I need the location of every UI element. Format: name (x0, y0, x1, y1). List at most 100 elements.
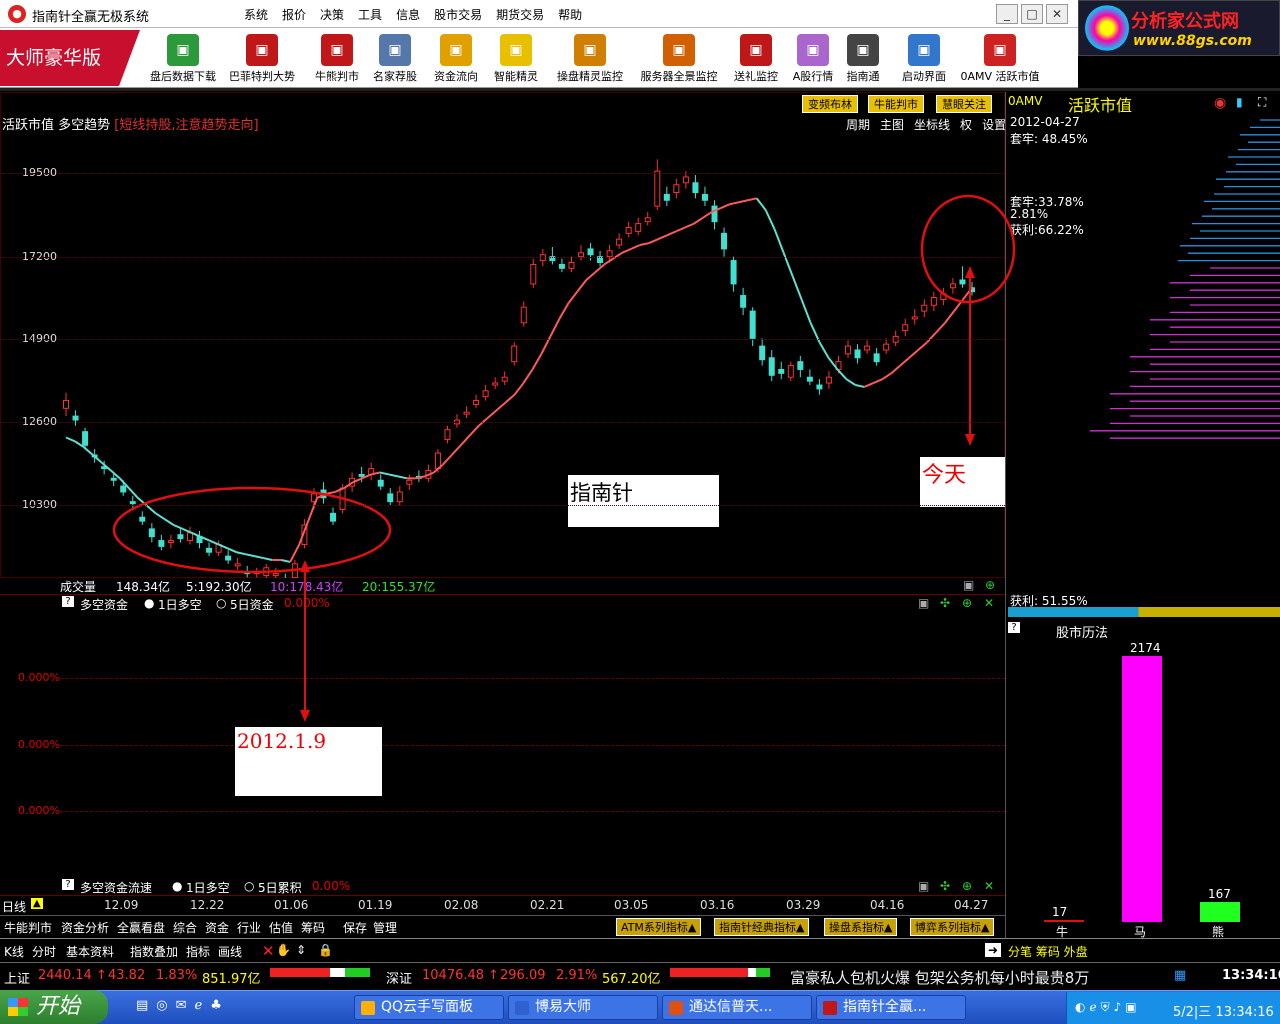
close-icon[interactable]: ✕ (984, 879, 994, 893)
trend-line-segment (899, 357, 910, 367)
period-label[interactable]: 日线 (2, 898, 26, 915)
toolbar-button[interactable]: ▣ 指南通 (842, 34, 884, 86)
indicator-tab[interactable]: 全赢看盘 (117, 919, 165, 936)
bottom-right-tabs[interactable]: 分笔 筹码 外盘 (1008, 943, 1088, 960)
lock-icon[interactable]: 🔒 (318, 943, 333, 957)
indicator-system-button[interactable]: 操盘系指标▲ (824, 918, 898, 936)
move-icon[interactable]: ⇕ (296, 943, 306, 957)
zoom-icon[interactable]: ⊕ (962, 879, 972, 893)
menu-item[interactable]: 决策 (320, 6, 344, 23)
shield-icon[interactable]: ⛨ (1101, 1000, 1110, 1015)
close-icon[interactable]: ✕ (1046, 4, 1068, 24)
menu-item[interactable]: 工具 (358, 6, 382, 23)
toolbar-button[interactable]: ▣ 0AMV 活跃市值 (958, 34, 1042, 86)
arrow-right-icon[interactable]: ➜ (985, 943, 1002, 957)
delete-icon[interactable]: ✕ (262, 942, 275, 960)
chart-tag-button[interactable]: 慧眼关注 (936, 95, 992, 113)
radio-1day-icon[interactable]: ● (172, 879, 182, 893)
maximize-icon[interactable]: □ (1021, 4, 1043, 24)
radio-1day-label[interactable]: 1日多空 (186, 879, 230, 896)
chart-tag-button[interactable]: 变频布林 (802, 95, 858, 113)
bottom-tool[interactable]: 指数叠加 (130, 943, 178, 960)
indicator-tab[interactable]: 筹码 (301, 919, 325, 936)
radio-5day-icon[interactable]: ○ (216, 596, 226, 610)
news-ad[interactable]: 富豪私人包机火爆 包架公务机每小时最贵8万 (790, 967, 1089, 988)
browser-icon[interactable]: ℯ (195, 998, 203, 1013)
toolbar-button[interactable]: ▣ 名家荐股 (369, 34, 421, 86)
bottom-tool[interactable]: 画线 (218, 943, 242, 960)
indicator-tab[interactable]: 资金 (205, 919, 229, 936)
panel-settings-icon[interactable]: ▣ (918, 879, 929, 893)
help-icon[interactable]: ? (62, 596, 74, 607)
radio-1day-label[interactable]: 1日多空 (158, 596, 202, 613)
indicator-tab[interactable]: 保存 (343, 919, 367, 936)
radio-5day-icon[interactable]: ○ (244, 879, 254, 893)
warning-icon[interactable]: ▲ (31, 898, 43, 909)
toolbar-button[interactable]: ▣ 巴菲特判大势 (224, 34, 300, 86)
indicator-system-button[interactable]: 博弈系列指标▲ (910, 918, 995, 936)
media-icon[interactable]: ◎ (156, 998, 167, 1013)
task-button[interactable]: 博易大师 (508, 995, 658, 1020)
indicator-system-button[interactable]: ATM系列指标▲ (616, 918, 702, 936)
toolbar-button[interactable]: ▣ 送礼监控 (728, 34, 784, 86)
pin-icon[interactable]: ✣ (940, 879, 950, 893)
close-icon[interactable]: ✕ (984, 596, 994, 610)
indicator-tab[interactable]: 资金分析 (61, 919, 109, 936)
start-button[interactable]: 开始 (0, 990, 108, 1024)
bottom-tool[interactable]: 分时 (32, 943, 56, 960)
bottom-tool[interactable]: 基本资料 (66, 943, 114, 960)
radio-cumulative-label[interactable]: 5日累积 (258, 879, 302, 896)
toolbar-button[interactable]: ▣ 资金流向 (430, 34, 482, 86)
menu-item[interactable]: 期货交易 (496, 6, 544, 23)
bar-chart-icon: ▣ (797, 34, 829, 66)
indicator-tab[interactable]: 牛能判市 (4, 919, 52, 936)
hand-icon[interactable]: ✋ (276, 943, 291, 957)
record-icon[interactable]: ◉ (1214, 95, 1226, 111)
toolbar-button[interactable]: ▣ 智能精灵 (490, 34, 542, 86)
indicator-tab[interactable]: 综合 (173, 919, 197, 936)
panel-settings-icon[interactable]: ▣ (918, 596, 929, 610)
toolbar-button[interactable]: ▣ 盘后数据下载 (148, 34, 218, 86)
menu-item[interactable]: 帮助 (558, 6, 582, 23)
toolbar-button[interactable]: ▣ 牛熊判市 (308, 34, 366, 86)
ie-icon[interactable]: ℯ (1089, 1000, 1096, 1015)
network-icon[interactable]: ▣ (1125, 1000, 1136, 1015)
desktop-icon[interactable]: ▤ (136, 998, 148, 1013)
pin-icon[interactable]: ✣ (940, 596, 950, 610)
task-button[interactable]: 指南针全赢... (816, 995, 966, 1020)
panel-settings-icon[interactable]: ▣ (963, 578, 974, 592)
toolbar-button[interactable]: ▣ 启动界面 (896, 34, 952, 86)
help-icon[interactable]: ? (62, 879, 74, 890)
chart-tag-button[interactable]: 牛能判市 (868, 95, 924, 113)
toolbar-button[interactable]: ▣ 服务器全景监控 (635, 34, 723, 86)
radio-1day-icon[interactable]: ● (144, 596, 154, 610)
indicator-tab[interactable]: 估值 (269, 919, 293, 936)
indicator-tab[interactable]: 管理 (373, 919, 397, 936)
menu-item[interactable]: 系统 (244, 6, 268, 23)
indicator-tab[interactable]: 行业 (237, 919, 261, 936)
expand-icon[interactable]: ⛶ (1258, 95, 1266, 110)
volume-icon[interactable]: ♪ (1114, 1000, 1122, 1015)
bar-chart-icon[interactable]: ▮ (1236, 95, 1243, 109)
zoom-icon[interactable]: ⊕ (962, 596, 972, 610)
indicator-system-button[interactable]: 指南针经典指标▲ (714, 918, 810, 936)
candlestick-chart[interactable] (0, 120, 1005, 580)
menu-item[interactable]: 报价 (282, 6, 306, 23)
toolbar-button[interactable]: ▣ A股行情 (790, 34, 836, 86)
task-button[interactable]: 通达信普天... (662, 995, 812, 1020)
zoom-icon[interactable]: ⊕ (985, 578, 995, 592)
bottom-tool[interactable]: 指标 (186, 943, 210, 960)
mail-icon[interactable]: ✉ (176, 998, 187, 1013)
logo-url: www.88gs.com (1133, 33, 1252, 49)
qq-icon[interactable]: ◐ (1075, 1000, 1085, 1015)
annotation-box: 2012.1.9 (235, 727, 382, 796)
menu-item[interactable]: 股市交易 (434, 6, 482, 23)
bottom-tool[interactable]: K线 (4, 943, 24, 960)
minimize-icon[interactable]: _ (996, 4, 1018, 24)
menu-item[interactable]: 信息 (396, 6, 420, 23)
help-icon[interactable]: ? (1008, 622, 1020, 633)
toolbar-button[interactable]: ▣ 操盘精灵监控 (552, 34, 628, 86)
task-button[interactable]: QQ云手写面板 (354, 995, 504, 1020)
app-icon[interactable]: ♣ (210, 998, 222, 1013)
radio-5day-label[interactable]: 5日资金 (230, 596, 274, 613)
